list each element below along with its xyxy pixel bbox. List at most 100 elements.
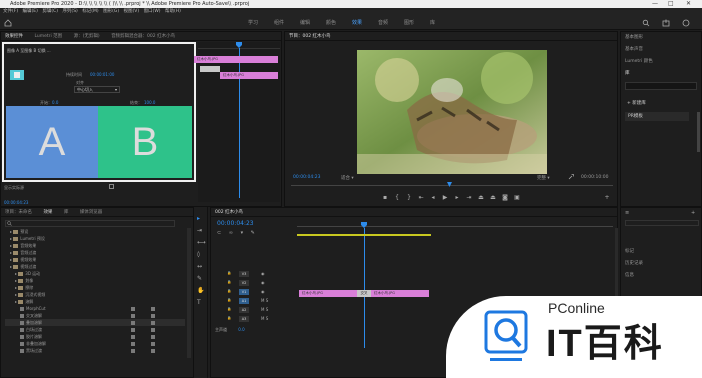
panel-menu-icon[interactable]: ≡ [625,210,629,216]
hand-tool-icon[interactable]: ✋ [197,287,204,294]
lock-icon[interactable]: 🔒 [227,307,231,311]
tree-item[interactable]: 白场过渡 [5,326,185,333]
lock-icon[interactable]: 🔒 [227,271,231,275]
eye-icon[interactable]: ◉ [261,280,265,285]
panel-libraries[interactable]: 库 [621,68,701,80]
panel-essential-graphics[interactable]: 基本图形 [621,32,701,44]
eye-icon[interactable]: ◉ [261,289,265,294]
home-icon[interactable] [4,19,12,27]
go-to-out-icon[interactable]: ⇥ [465,194,473,202]
right-search-input[interactable] [625,220,699,226]
timeline-transition[interactable]: 交叉 [357,290,371,297]
panel-history[interactable]: 历史记录 [621,258,643,270]
ec-transition-bar[interactable] [200,66,220,72]
master-value[interactable]: 0.0 [238,327,244,332]
library-scrollbar[interactable] [697,112,700,152]
wrench-icon[interactable] [568,174,574,180]
ripple-edit-tool-icon[interactable]: ⟷ [197,239,206,246]
timeline-clip-a[interactable]: 红木小鸟.JPG [299,290,357,297]
track-target[interactable]: V2 [239,280,249,286]
tab-project[interactable]: 项目：未命名 [5,210,32,215]
workspace-editing[interactable]: 编辑 [300,16,310,30]
maximize-button[interactable]: □ [668,0,674,8]
extract-icon[interactable]: ⏏ [489,194,497,202]
program-playhead-icon[interactable] [447,182,452,187]
track-target[interactable]: V1 [239,289,249,295]
tree-item[interactable]: ▸ 3D 运动 [5,270,185,277]
program-scrubber[interactable] [291,185,613,186]
track-select-tool-icon[interactable]: ⇥ [197,227,202,234]
library-item[interactable]: PR模板 [625,112,689,121]
export-frame-icon[interactable]: ◙ [501,194,509,202]
library-select[interactable] [625,82,697,90]
effects-scrollbar[interactable] [187,228,191,358]
tree-item[interactable]: ▸ 擦除 [5,284,185,291]
tree-item[interactable]: ▸ 预设 [5,228,185,235]
tree-item[interactable]: MorphCut [5,305,185,312]
menu-graphics[interactable]: 图形(G) [103,9,119,14]
mute-solo-icon[interactable]: M S [261,298,268,303]
lift-icon[interactable]: ⏏ [477,194,485,202]
menu-marker[interactable]: 标记(M) [82,9,98,14]
tree-item[interactable]: ▸ 音频过渡 [5,249,185,256]
tab-libraries[interactable]: 库 [64,210,69,215]
end-value[interactable]: 100.0 [144,100,155,105]
step-back-icon[interactable]: ◂ [429,194,437,202]
menu-edit[interactable]: 编辑(E) [23,9,38,14]
type-tool-icon[interactable]: T [197,299,201,306]
tree-item[interactable]: 胶片溶解 [5,333,185,340]
tree-item[interactable]: ▸ Lumetri 预设 [5,235,185,242]
tab-effects[interactable]: 效果 [43,210,52,215]
track-target[interactable]: A1 [239,298,249,304]
tab-source[interactable]: 源：(无剪辑) [74,34,100,39]
menu-sequence[interactable]: 序列(S) [62,9,77,14]
go-to-in-icon[interactable]: ⇤ [417,194,425,202]
effects-search-input[interactable] [5,220,175,227]
workspace-assembly[interactable]: 组件 [274,16,284,30]
program-timecode[interactable]: 00:00:04:23 [293,175,320,180]
panel-essential-sound[interactable]: 基本声音 [621,44,701,56]
panel-markers[interactable]: 标记 [621,246,634,258]
ec-clip-a[interactable]: 红木小鸟.JPG [194,56,278,63]
close-button[interactable]: ✕ [686,0,691,8]
workspace-libraries[interactable]: 库 [430,16,435,30]
lock-icon[interactable]: 🔒 [227,298,231,302]
share-icon[interactable] [682,19,690,27]
menu-file[interactable]: 文件(F) [3,9,18,14]
lock-icon[interactable]: 🔒 [227,289,231,293]
track-target[interactable]: V3 [239,271,249,277]
new-library-button[interactable]: + 新建库 [627,100,646,106]
workspace-learning[interactable]: 学习 [248,16,258,30]
track-target[interactable]: A2 [239,307,249,313]
lock-icon[interactable]: 🔒 [227,280,231,284]
search-icon[interactable] [642,19,650,27]
timeline-clip-b[interactable]: 红木小鸟.JPG [371,290,429,297]
program-fit-select[interactable]: 适合 ▾ [341,175,354,181]
start-value[interactable]: 0.0 [52,100,58,105]
menu-view[interactable]: 视图(V) [124,9,140,14]
tree-item[interactable]: 非叠加溶解 [5,340,185,347]
duration-value[interactable]: 00:00:01:00 [90,72,114,77]
tab-effect-controls[interactable]: 效果控件 [5,34,23,39]
ec-clip-b[interactable]: 红木小鸟.JPG [220,72,278,79]
tab-audio-clip-mixer[interactable]: 音频剪辑混合器：002 红木小鸟 [111,34,175,39]
linked-selection-icon[interactable]: ∞ [229,230,233,236]
menu-window[interactable]: 窗口(W) [144,9,161,14]
eye-icon[interactable]: ◉ [261,271,265,276]
program-quality-select[interactable]: 完整 ▾ [537,175,550,181]
workspace-graphics[interactable]: 图形 [404,16,414,30]
selection-tool-icon[interactable]: ▸ [197,215,200,222]
timeline-timecode[interactable]: 00:00:04:23 [217,220,254,227]
slip-tool-icon[interactable]: ↔ [197,263,202,270]
step-forward-icon[interactable]: ▸ [453,194,461,202]
alignment-select[interactable]: 中心切入 ▾ [74,86,120,93]
compare-view-icon[interactable]: ▣ [513,194,521,202]
tree-item[interactable]: ▸ 视频效果 [5,256,185,263]
menu-clip[interactable]: 剪辑(C) [42,9,58,14]
tree-item[interactable]: 交叉溶解 [5,312,185,319]
tab-program[interactable]: 节目：002 红木小鸟 [289,34,331,39]
razor-tool-icon[interactable]: ◊ [197,251,200,258]
button-editor-icon[interactable]: + [603,194,611,202]
mark-out-icon[interactable]: } [405,194,413,202]
show-actual-source-checkbox[interactable] [109,184,114,189]
